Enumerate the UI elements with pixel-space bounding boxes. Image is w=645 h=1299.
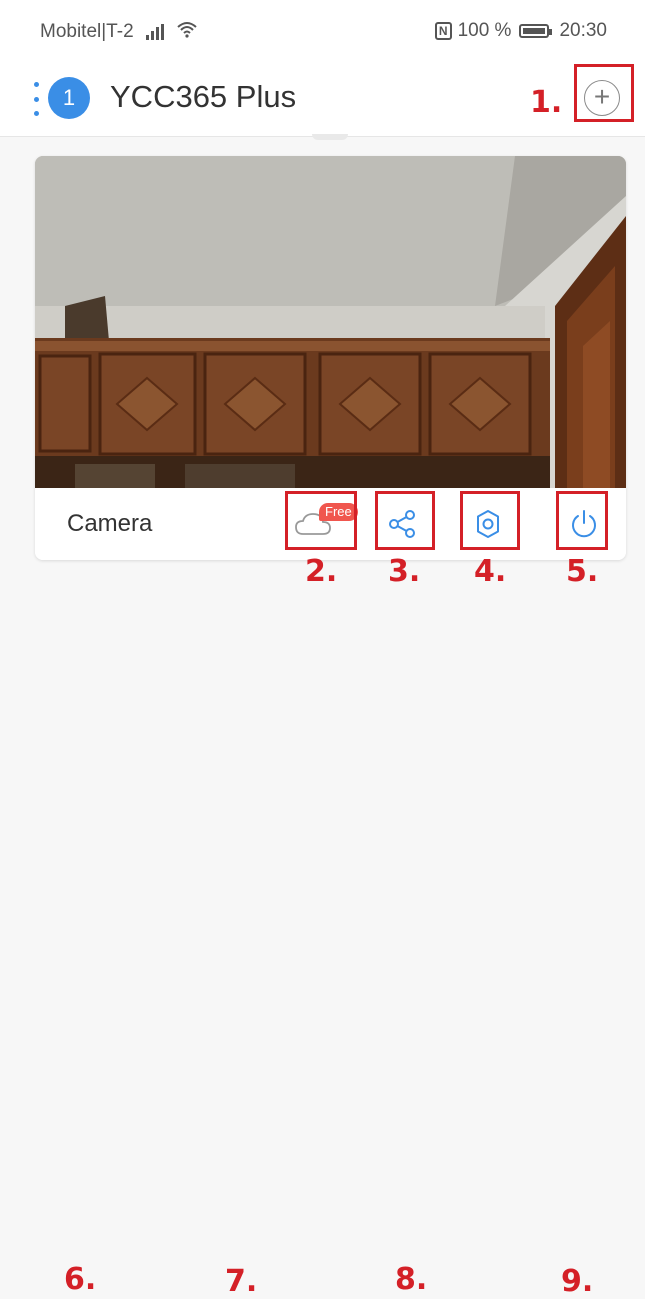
nfc-icon: N bbox=[434, 22, 452, 40]
battery-percent: 100 % bbox=[457, 20, 512, 41]
battery-fill bbox=[523, 28, 546, 34]
app-title: YCC365 Plus bbox=[110, 79, 297, 114]
annotation-number-7: 7. bbox=[225, 1264, 258, 1299]
annotation-number-1: 1. bbox=[530, 85, 563, 120]
annotation-number-2: 2. bbox=[305, 554, 338, 589]
battery-icon bbox=[519, 24, 553, 38]
annotation-number-4: 4. bbox=[474, 554, 507, 589]
annotation-number-6: 6. bbox=[64, 1262, 97, 1297]
annotation-box-power bbox=[556, 491, 608, 550]
status-bar: Mobitel|T-2 N 100 % 20:30 bbox=[0, 0, 645, 62]
status-left: Mobitel|T-2 bbox=[40, 20, 198, 43]
signal-icon bbox=[145, 23, 164, 40]
camera-preview[interactable] bbox=[35, 156, 626, 488]
annotation-number-5: 5. bbox=[566, 554, 599, 589]
menu-dots-icon[interactable] bbox=[34, 82, 40, 116]
carrier-label: Mobitel|T-2 bbox=[40, 20, 134, 42]
annotation-box-settings bbox=[460, 491, 520, 550]
pull-indicator bbox=[312, 134, 348, 140]
clock: 20:30 bbox=[559, 20, 607, 41]
annotation-box-share bbox=[375, 491, 435, 550]
device-count-badge[interactable]: 1 bbox=[48, 77, 90, 119]
status-right: N 100 % 20:30 bbox=[434, 20, 607, 42]
annotation-number-9: 9. bbox=[561, 1264, 594, 1299]
annotation-box-cloud bbox=[285, 491, 357, 550]
annotation-box-add bbox=[574, 64, 634, 122]
camera-name: Camera bbox=[67, 510, 153, 537]
annotation-number-8: 8. bbox=[395, 1262, 428, 1297]
annotation-number-3: 3. bbox=[388, 554, 421, 589]
wifi-icon bbox=[176, 20, 198, 43]
